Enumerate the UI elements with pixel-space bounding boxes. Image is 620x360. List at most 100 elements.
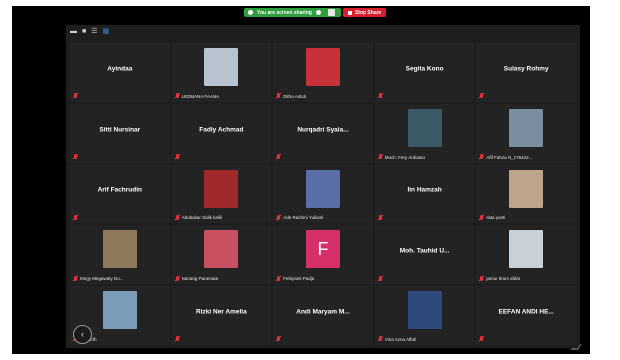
muted-mic-icon: [479, 93, 484, 99]
previous-page-button[interactable]: ‹: [73, 325, 92, 344]
participant-tile[interactable]: Megy Megawaty Du...: [70, 225, 170, 285]
hide-video-icon[interactable]: ■: [82, 28, 86, 35]
participant-tile[interactable]: Arif Fachrudin: [70, 164, 170, 224]
participant-footer: Febiyanti Padja: [276, 275, 371, 282]
view-controls: ▬ ■ ☰ ▦: [70, 28, 109, 35]
participant-tile[interactable]: Afif Fahza N_175422...: [476, 103, 576, 163]
muted-mic-icon: [378, 214, 383, 221]
participant-tile[interactable]: Abubakar Sidik kalili: [171, 164, 272, 224]
participant-footer: [73, 154, 168, 161]
muted-mic-icon: [175, 275, 180, 282]
participant-tile[interactable]: Vina Azna Affah: [374, 286, 475, 345]
participant-label: Afif Fahza N_175422...: [486, 154, 533, 160]
muted-mic-icon: [479, 275, 484, 282]
muted-mic-icon: [378, 154, 383, 160]
stop-icon: [347, 10, 352, 15]
participant-name: Moh. Tauhid U...: [399, 247, 450, 255]
muted-mic-icon: [479, 154, 484, 160]
participant-footer: Iista yanti: [479, 214, 574, 221]
participant-footer: [175, 336, 270, 343]
participant-tile[interactable]: Ayindaa: [70, 43, 170, 102]
participant-name: Sulasy Rohmy: [503, 65, 549, 73]
participant-video: [509, 169, 544, 208]
participant-footer: [479, 93, 574, 100]
participant-footer: Moch. Fery Ardianto: [378, 154, 473, 161]
participant-tile[interactable]: Moh. Tauhid U...: [374, 225, 475, 285]
participant-tile[interactable]: LEDMANA FAANA: [171, 43, 272, 102]
participant-tile[interactable]: Ade Rachmi Yulianti: [273, 164, 373, 224]
sharing-status-text: You are screen sharing: [257, 9, 312, 16]
participant-tile[interactable]: Nanang Paramata: [171, 225, 272, 285]
participant-tile[interactable]: Ditha Astuti: [273, 43, 373, 102]
participant-tile[interactable]: Rizki Ner Amelia: [171, 286, 272, 345]
muted-mic-icon: [175, 336, 180, 342]
participant-tile[interactable]: Nurqadri Syaia...: [273, 103, 373, 163]
participant-tile[interactable]: Fadly Achmad: [171, 103, 272, 163]
participant-label: LEDMANA FAANA: [181, 93, 220, 99]
participant-video: [204, 230, 239, 269]
participant-footer: [479, 336, 574, 343]
muted-mic-icon: [73, 93, 78, 99]
participant-label: Ade Rachmi Yulianti: [283, 215, 324, 221]
participant-footer: [378, 214, 473, 221]
participant-name: Andi Maryam M...: [296, 308, 350, 316]
participant-footer: [276, 336, 371, 343]
participant-footer: [378, 93, 473, 100]
muted-mic-icon: [479, 336, 484, 342]
participant-label: Iista yanti: [486, 215, 506, 221]
participant-tile[interactable]: F Febiyanti Padja: [273, 225, 373, 285]
participant-footer: Ditha Astuti: [276, 93, 371, 100]
participant-tile[interactable]: Sitti Nursinar: [70, 103, 170, 163]
participant-tile[interactable]: EEFAN ANDI HE...: [476, 286, 576, 345]
stop-share-label: Stop Share: [354, 9, 382, 16]
participant-video: [509, 108, 544, 147]
participant-video: [407, 108, 442, 147]
participant-tile[interactable]: Moch. Fery Ardianto: [374, 103, 475, 163]
muted-mic-icon: [378, 275, 383, 282]
muted-mic-icon: [276, 93, 281, 99]
participant-video: [407, 291, 442, 330]
info-icon: [315, 10, 321, 15]
muted-mic-icon: [175, 214, 180, 221]
sharing-status-pill[interactable]: You are screen sharing: [244, 8, 341, 17]
participant-tile[interactable]: Sulasy Rohmy: [476, 43, 576, 102]
muted-mic-icon: [276, 214, 281, 221]
screen-share-toolbar: You are screen sharing Stop Share: [244, 8, 387, 17]
participant-footer: [378, 275, 473, 282]
stop-share-button[interactable]: Stop Share: [342, 8, 387, 17]
participant-name: Sitti Nursinar: [99, 126, 141, 134]
participant-name: Segita Kono: [405, 65, 444, 73]
participant-video: [305, 169, 340, 208]
participant-name: Rizki Ner Amelia: [196, 308, 247, 316]
participant-label: Vina Azna Affah: [384, 336, 417, 342]
participant-name: Nurqadri Syaia...: [297, 126, 349, 134]
gallery-view-panel: ▬ ■ ☰ ▦ Ayindaa LEDMANA FAANA Ditha Astuti…: [66, 25, 580, 348]
participant-grid: Ayindaa LEDMANA FAANA Ditha Astuti Segita K…: [70, 43, 576, 345]
participant-tile[interactable]: jamur tiram afdar: [476, 225, 576, 285]
participant-tile[interactable]: Iista yanti: [476, 164, 576, 224]
muted-mic-icon: [479, 214, 484, 221]
speaker-view-icon[interactable]: ☰: [91, 28, 97, 35]
share-indicator-icon: [248, 10, 253, 15]
participant-footer: Ade Rachmi Yulianti: [276, 214, 371, 221]
pause-share-icon[interactable]: [327, 9, 335, 16]
muted-mic-icon: [378, 336, 383, 342]
muted-mic-icon: [175, 93, 180, 99]
participant-tile[interactable]: Iin Hamzah: [374, 164, 475, 224]
participant-name: Fadly Achmad: [199, 126, 244, 134]
participant-footer: [276, 154, 371, 161]
muted-mic-icon: [175, 154, 180, 160]
participant-footer: Afif Fahza N_175422...: [479, 154, 574, 161]
participant-label: jamur tiram afdar: [486, 276, 521, 282]
participant-tile[interactable]: Segita Kono: [374, 43, 475, 102]
participant-footer: Megy Megawaty Du...: [73, 275, 168, 282]
participant-footer: Vina Azna Affah: [378, 336, 473, 343]
participant-footer: LEDMANA FAANA: [175, 93, 270, 100]
participant-footer: Abubakar Sidik kalili: [175, 214, 270, 221]
minimize-icon[interactable]: ▬: [70, 28, 77, 35]
participant-label: Moch. Fery Ardianto: [384, 154, 426, 160]
participant-video: [305, 48, 340, 86]
participant-tile[interactable]: Andi Maryam M...: [273, 286, 373, 345]
gallery-view-icon[interactable]: ▦: [103, 28, 110, 35]
participant-footer: jamur tiram afdar: [479, 275, 574, 282]
